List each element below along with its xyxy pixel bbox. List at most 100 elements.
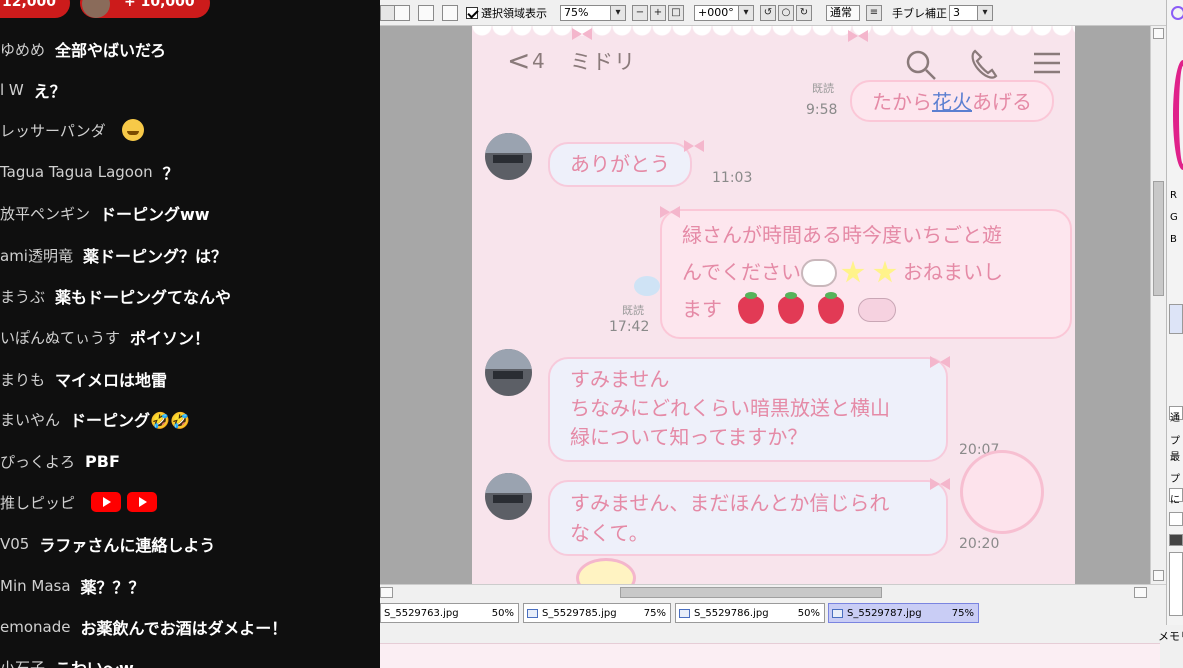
chat-author[interactable]: 放平ペンギン [0,203,90,224]
clock-decoration [576,558,636,584]
rotate-left-button[interactable]: ↺ [760,5,776,21]
selection-display-toggle[interactable]: 選択領域表示 [466,5,547,21]
toolbar-button[interactable] [418,5,434,21]
fit-view-button[interactable]: □ [668,5,684,21]
checkbox[interactable] [466,7,478,19]
back-icon: < [507,44,531,77]
chat-text: ドーピング🤣🤣 [70,411,190,430]
chat-text: 薬もドーピングてなんや [55,288,232,307]
menu-icon [1034,52,1060,74]
smirk-face-icon [121,119,144,141]
chat-message: まいやん ドーピング🤣🤣 [0,408,190,431]
chat-text: お薬飲んでお酒はダメよー！ [80,619,288,638]
chat-author[interactable]: まいやん [0,409,60,430]
file-tab-active[interactable]: S_5529787.jpg 75% [828,603,979,623]
message-link[interactable]: 花火 [932,90,972,114]
blend-label: 通 [1170,413,1180,424]
zoom-in-button[interactable]: + [650,5,666,21]
scroll-right-button[interactable] [1134,587,1147,598]
chat-message: V05 ラファさんに連絡しよう [0,533,215,555]
chat-author[interactable]: ami透明竜 [0,245,73,266]
horizontal-scrollbar[interactable] [380,584,1166,600]
scroll-thumb[interactable] [620,587,882,598]
file-tab[interactable]: S_5529763.jpg 50% [380,603,519,623]
chat-author[interactable]: まりも [0,369,45,390]
canvas-area[interactable]: < 4 ミドリ たから花火あげる 既読 9:58 ありがとう 11:03 緑さん… [380,26,1150,584]
checkbox[interactable] [1169,512,1183,526]
file-tab-zoom: 75% [643,607,666,619]
image-file-icon [832,608,843,618]
file-tab[interactable]: S_5529786.jpg 50% [675,603,825,623]
chat-text: ポイソン！ [130,329,211,348]
avatar[interactable] [485,133,532,180]
rotate-reset-button[interactable]: ○ [778,5,794,21]
chat-author[interactable]: Min Masa [0,577,71,595]
chevron-down-icon[interactable]: ▾ [738,5,754,21]
toolbar-button[interactable] [442,5,458,21]
chat-author[interactable]: レッサーパンダ [0,120,106,141]
zoom-out-button[interactable]: − [632,5,648,21]
chat-author[interactable]: いぽんぬてぃうす [0,327,120,348]
file-tab-name: S_5529763.jpg [384,607,459,619]
strawberry-icon [778,291,804,324]
selected-layer[interactable] [1169,304,1183,334]
file-tab-zoom: 50% [797,607,820,619]
chat-author[interactable]: ぴっくよろ [0,451,75,472]
chat-author[interactable]: 推しピッピ [0,492,75,513]
chat-author[interactable]: まうぶ [0,286,45,307]
chat-author[interactable]: Tagua Tagua Lagoon [0,163,153,181]
chat-author[interactable]: 小石子 [0,657,45,668]
rotate-right-button[interactable]: ↻ [796,5,812,21]
toolbar-button[interactable] [394,5,410,21]
chevron-down-icon[interactable]: ▾ [977,5,993,21]
message-line: すみません [570,367,670,391]
file-tab-bar: S_5529763.jpg 50% S_5529785.jpg 75% S_5529… [380,601,1170,625]
strawberry-icon [818,291,844,324]
chat-message: ami透明竜 薬ドーピング？は？ [0,244,227,267]
add-button[interactable] [1169,534,1183,546]
chat-message: まうぶ 薬もドーピングてなんや [0,285,232,308]
brush-list[interactable] [1169,552,1183,616]
chat-author[interactable]: V05 [0,535,29,553]
chat-message: Min Masa 薬？？？ [0,575,145,597]
chat-author[interactable]: l W [0,81,24,99]
toolbar: 選択領域表示 75% ▾ − + □ +000° ▾ ↺ ○ ↻ 通常 ≡ 手ブ… [380,0,1170,26]
avatar[interactable] [485,473,532,520]
chat-author[interactable]: emonade [0,618,70,636]
color-ring[interactable] [1173,60,1183,170]
scroll-up-button[interactable] [1153,28,1164,39]
scroll-down-button[interactable] [1153,570,1164,581]
chat-text: 全部やばいだろ [55,41,167,60]
file-tab[interactable]: S_5529785.jpg 75% [523,603,671,623]
scroll-thumb[interactable] [1153,181,1164,296]
file-tab-zoom: 50% [491,607,514,619]
chevron-down-icon[interactable]: ▾ [610,5,626,21]
chat-message: いぽんぬてぃうす ポイソン！ [0,326,211,349]
zoom-select[interactable]: 75% [560,5,614,21]
message-text-after: あげる [972,90,1032,114]
file-tab-zoom: 75% [951,607,974,619]
chat-message: ぴっくよろ PBF [0,450,120,472]
message-line: おねまいし [903,260,1003,284]
chat-author[interactable]: ゆめめ [0,39,45,60]
ribbon-icon [684,140,704,152]
image-file-icon [679,608,690,618]
color-wheel-icon[interactable] [1171,6,1183,20]
hello-kitty-sticker-icon [801,258,837,287]
strawberry-icon [738,291,764,324]
file-tab-name: S_5529787.jpg [847,607,922,619]
color-panel: R G B 通 プ 最 プ に [1166,0,1183,625]
blend-mode-select[interactable]: 通常 [826,5,860,21]
vertical-scrollbar[interactable] [1150,26,1166,584]
scroll-left-button[interactable] [380,587,393,598]
flip-icon[interactable]: ≡ [866,5,882,21]
chat-message: ゆめめ 全部やばいだろ [0,38,167,61]
timestamp: 20:20 [959,536,1000,552]
avatar[interactable] [485,349,532,396]
rotation-select[interactable]: +000° [694,5,740,21]
brush-label: プ [1170,474,1180,485]
chat-bubble: すみません ちなみにどれくらい暗黒放送と横山 緑について知ってますか？ [548,357,948,462]
read-receipt: 既読 [622,304,644,317]
star-icon [841,260,865,283]
memory-label: メモリ [1158,630,1183,643]
